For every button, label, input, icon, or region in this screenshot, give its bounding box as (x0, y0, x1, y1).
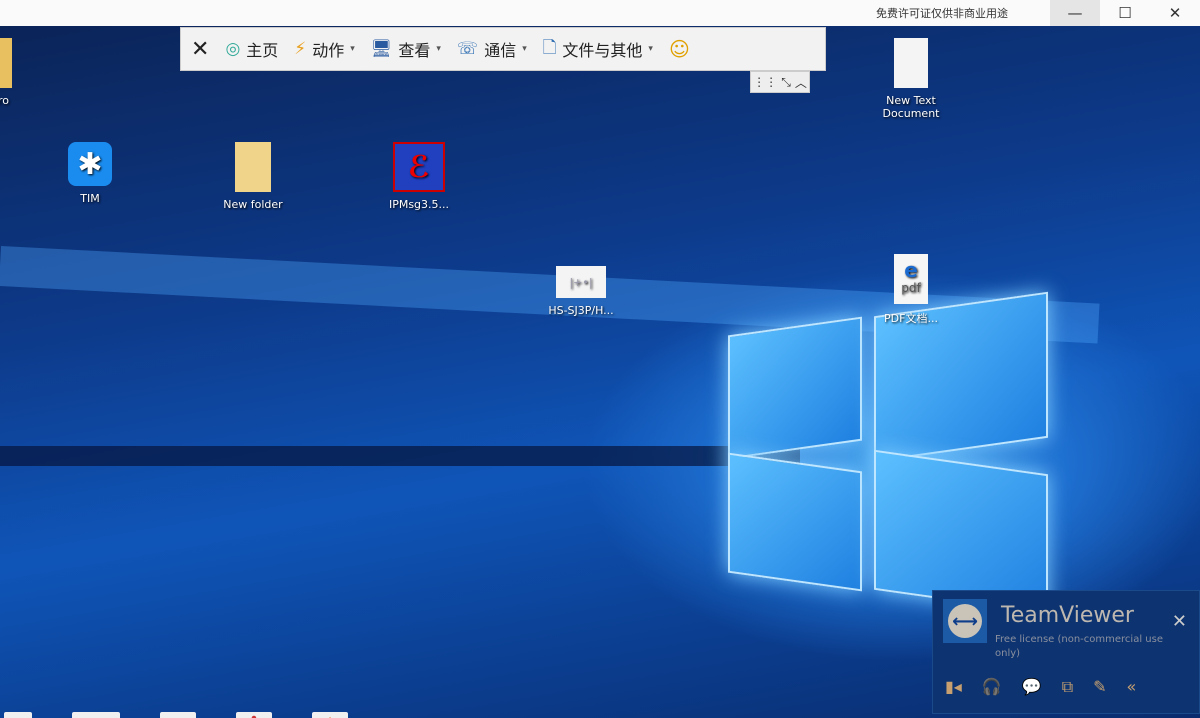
desktop-icon-ipmsg[interactable]: ℰ IPMsg3.5... (374, 142, 464, 211)
monitor-icon: 🖥 (371, 39, 393, 59)
pdf-file-icon: epdf (894, 254, 928, 304)
toolbar-communicate[interactable]: ☏ 通信 ▾ (457, 37, 527, 61)
toolbar-label: 动作 (312, 37, 344, 61)
window-title: 免费许可证仅供非商业用途 (876, 5, 1008, 21)
window-titlebar: 免费许可证仅供非商业用途 — ☐ ✕ (0, 0, 1200, 26)
shadow-band (0, 446, 800, 466)
icon-label: New Text Document (866, 94, 956, 120)
toolbar-close-button[interactable]: ✕ (191, 37, 209, 62)
close-button[interactable]: ✕ (1150, 0, 1200, 26)
chevron-down-icon: ▾ (522, 44, 527, 54)
app-icon[interactable]: ✿ (236, 712, 272, 718)
partial-desktop-icons-row: e ✿ ▲ (0, 712, 348, 718)
chevron-down-icon: ▾ (648, 44, 653, 54)
headset-icon[interactable]: 🎧 (982, 677, 1002, 697)
toolbar-label: 文件与其他 (562, 37, 642, 61)
files-icon[interactable]: ⧉ (1062, 677, 1073, 697)
toolbar-label: 通信 (484, 37, 516, 61)
tim-app-icon: ✱ (68, 142, 112, 186)
icon-label: IPMsg3.5... (389, 198, 449, 211)
chevron-down-icon: ▾ (350, 44, 355, 54)
fullscreen-icon[interactable]: ⤡ (781, 75, 791, 90)
phone-icon: ☏ (457, 39, 478, 59)
collapse-icon[interactable]: ︿ (795, 74, 807, 91)
toolbar-home[interactable]: ◎ 主页 (225, 37, 278, 61)
file-icon[interactable] (72, 712, 120, 718)
toolbar-view[interactable]: 🖥查看 ▾ (371, 37, 441, 61)
icon-label: TIM (80, 192, 99, 205)
teamviewer-logo: ⟷ (943, 599, 987, 643)
home-icon: ◎ (225, 39, 240, 59)
teamviewer-toolbar: ✕ ◎ 主页 ⚡ 动作 ▾ 🖥查看 ▾ ☏ 通信 ▾ 🗋文件与其他 ▾ ☺ (180, 27, 826, 71)
file-icon: 🗋 (543, 35, 557, 64)
teamviewer-name: TeamViewer (1001, 603, 1134, 628)
desktop-icon-hs[interactable]: |+•| HS-SJ3P/H... (536, 266, 626, 317)
desktop-icon-pdf[interactable]: epdf PDF文档... (866, 254, 956, 326)
video-icon[interactable]: ▮◂ (945, 677, 962, 697)
edge-file-icon[interactable]: e (160, 712, 196, 718)
close-icon[interactable]: ✕ (1172, 611, 1187, 632)
license-notice: Free license (non-commercial use only) (995, 633, 1165, 661)
desktop-icon-new-text-document[interactable]: New Text Document (866, 38, 956, 120)
desktop-icon-new-folder[interactable]: New folder (208, 142, 298, 211)
toolbar-label: 主页 (246, 37, 278, 61)
toolbar-label: 查看 (398, 37, 430, 61)
icon-label: PDF文档... (884, 310, 938, 326)
audio-file-icon: |+•| (556, 266, 606, 298)
toolbar-files-and-extras[interactable]: 🗋文件与其他 ▾ (543, 35, 653, 64)
toolbar-actions[interactable]: ⚡ 动作 ▾ (294, 37, 354, 61)
text-file-icon (894, 38, 928, 88)
windows-logo-pane (728, 317, 862, 460)
chevron-down-icon: ▾ (436, 44, 441, 54)
matlab-icon[interactable]: ▲ (312, 712, 348, 718)
drag-handle-icon[interactable]: ⋮⋮ (753, 75, 777, 89)
lightning-icon: ⚡ (294, 39, 306, 59)
collapse-icon[interactable]: « (1127, 677, 1137, 697)
windows-logo-pane (728, 453, 862, 592)
minimize-button[interactable]: — (1050, 0, 1100, 26)
teamviewer-popup: ⟷ TeamViewer Free license (non-commercia… (932, 590, 1200, 714)
whiteboard-icon[interactable]: ✎ (1093, 677, 1106, 697)
desktop-icon-tim[interactable]: ✱ TIM (45, 142, 135, 205)
icon-label: HS-SJ3P/H... (548, 304, 613, 317)
toolbar-subbar: ⋮⋮ ⤡ ︿ (750, 71, 810, 93)
icon-label: pro (0, 94, 9, 107)
chat-icon[interactable]: 💬 (1022, 677, 1042, 697)
file-icon[interactable] (4, 712, 32, 718)
emoji-feedback-icon[interactable]: ☺ (669, 37, 690, 61)
folder-icon (235, 142, 271, 192)
ipmsg-app-icon: ℰ (393, 142, 445, 192)
folder-icon (0, 38, 12, 88)
desktop-icon-pro[interactable]: pro (0, 38, 45, 107)
maximize-button[interactable]: ☐ (1100, 0, 1150, 26)
icon-label: New folder (223, 198, 282, 211)
